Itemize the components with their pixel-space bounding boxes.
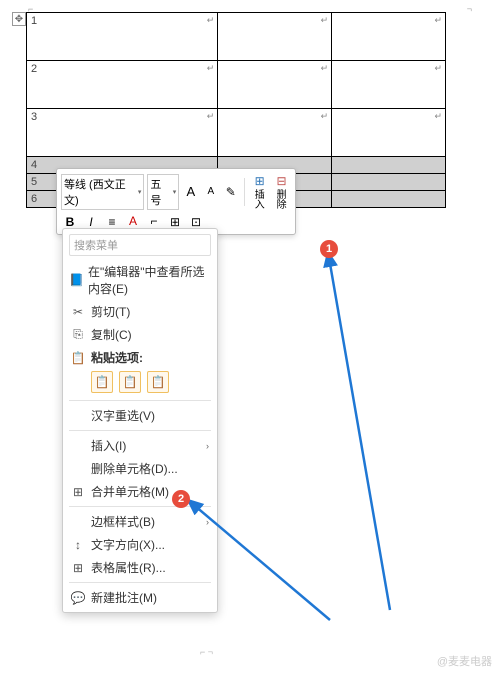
menu-smart-lookup[interactable]: 📘在"编辑器"中查看所选内容(E) [63, 260, 217, 300]
font-name-select[interactable]: 等线 (西文正文)▾ [61, 174, 144, 210]
cell-text: 1 [31, 15, 37, 27]
mini-toolbar: 等线 (西文正文)▾ 五号▾ A A ✎ ⊞ 插入 ⊟ 删除 B I ≡ A ⌐… [56, 168, 296, 235]
paste-text-only-button[interactable]: 📋 [147, 371, 169, 393]
chevron-right-icon: › [206, 517, 209, 527]
para-mark: ↵ [434, 15, 442, 26]
comment-icon: 💬 [69, 590, 87, 606]
menu-insert[interactable]: 插入(I)› [63, 434, 217, 457]
watermark: @麦麦电器 [437, 653, 492, 669]
cell-text: 2 [31, 63, 37, 75]
book-icon: 📘 [69, 272, 84, 288]
chevron-right-icon: › [206, 441, 209, 451]
shrink-font-button[interactable]: A [202, 183, 219, 201]
table-row: 2 ↵ ↵ ↵ [27, 61, 446, 109]
para-mark: ↵ [434, 111, 442, 122]
format-painter-button[interactable]: ✎ [222, 183, 239, 201]
insert-table-button[interactable]: ⊞ [251, 172, 269, 190]
cell-text: 5 [31, 176, 37, 188]
menu-search-input[interactable]: 搜索菜单 [69, 234, 211, 256]
insert-label: 插入 [250, 191, 269, 211]
menu-paste-options-label: 📋粘贴选项: [63, 346, 217, 369]
paste-icon: 📋 [69, 350, 87, 366]
para-mark: ↵ [321, 111, 329, 122]
para-mark: ↵ [434, 63, 442, 74]
para-mark: ↵ [321, 63, 329, 74]
scissors-icon: ✂ [69, 304, 87, 320]
para-mark: ↵ [207, 111, 215, 122]
para-mark: ↵ [207, 15, 215, 26]
cell-text: 4 [31, 159, 37, 171]
table-row: 3 ↵ ↵ ↵ [27, 109, 446, 157]
paste-merge-button[interactable]: 📋 [119, 371, 141, 393]
table-row: 1 ↵ ↵ ↵ [27, 13, 446, 61]
menu-text-direction[interactable]: ↕文字方向(X)... [63, 533, 217, 556]
delete-label: 删除 [272, 191, 291, 211]
cell-text: 3 [31, 111, 37, 123]
menu-copy[interactable]: ⎘复制(C) [63, 323, 217, 346]
menu-table-properties[interactable]: ⊞表格属性(R)... [63, 556, 217, 579]
paste-keep-source-button[interactable]: 📋 [91, 371, 113, 393]
callout-badge-1: 1 [320, 240, 338, 258]
para-mark: ↵ [321, 15, 329, 26]
table-move-handle[interactable]: ✥ [12, 12, 26, 26]
cell-text: 6 [31, 193, 37, 205]
grow-font-button[interactable]: A [182, 183, 199, 201]
menu-delete-cells[interactable]: 删除单元格(D)... [63, 457, 217, 480]
menu-border-style[interactable]: 边框样式(B)› [63, 510, 217, 533]
delete-table-button[interactable]: ⊟ [273, 172, 291, 190]
menu-reconvert[interactable]: 汉字重选(V) [63, 404, 217, 427]
para-mark: ↵ [207, 63, 215, 74]
context-menu: 搜索菜单 📘在"编辑器"中查看所选内容(E) ✂剪切(T) ⎘复制(C) 📋粘贴… [62, 228, 218, 613]
callout-badge-2: 2 [172, 490, 190, 508]
menu-new-comment[interactable]: 💬新建批注(M) [63, 586, 217, 609]
font-size-select[interactable]: 五号▾ [147, 174, 179, 210]
table-properties-icon: ⊞ [69, 560, 87, 576]
annotation-arrow-1 [220, 240, 420, 620]
page-break-indicator: ⌐ ¬ [200, 647, 213, 657]
text-direction-icon: ↕ [69, 537, 87, 553]
margin-mark: ¬ [467, 4, 472, 14]
merge-icon: ⊞ [69, 484, 87, 500]
menu-cut[interactable]: ✂剪切(T) [63, 300, 217, 323]
copy-icon: ⎘ [69, 327, 87, 343]
menu-merge-cells[interactable]: ⊞合并单元格(M) [63, 480, 217, 503]
